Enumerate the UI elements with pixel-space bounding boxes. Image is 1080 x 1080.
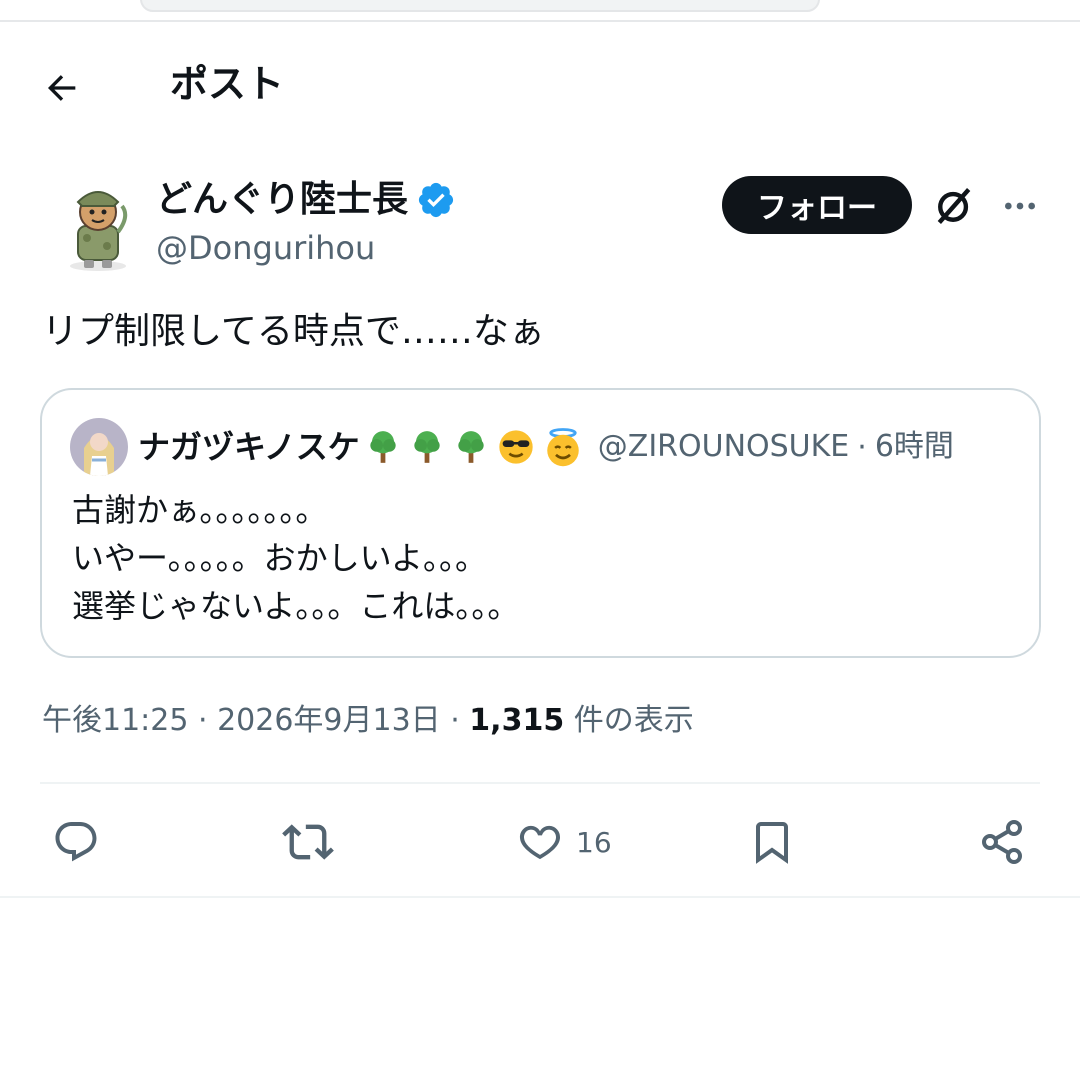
meta-separator: · bbox=[440, 703, 470, 738]
bookmark-icon bbox=[756, 822, 788, 864]
divider bbox=[40, 782, 1040, 784]
user-handle[interactable]: @Dongurihou bbox=[156, 226, 375, 270]
repost-button[interactable] bbox=[282, 816, 346, 868]
reply-icon bbox=[55, 822, 97, 862]
sunglasses-face-icon bbox=[499, 430, 533, 464]
grok-icon bbox=[937, 188, 971, 224]
arrow-left-icon bbox=[48, 75, 76, 101]
tree-icon bbox=[414, 431, 440, 463]
quoted-header: ナガヅキノスケ @ZIROUNOSUKE · 6時間 bbox=[138, 422, 954, 472]
quoted-timestamp[interactable]: 6時間 bbox=[875, 425, 954, 469]
avatar[interactable] bbox=[52, 176, 144, 272]
halo-face-icon bbox=[547, 428, 579, 467]
like-count: 16 bbox=[576, 825, 612, 859]
quoted-text-line: 選挙じゃないよ。。。これは。。。 bbox=[72, 587, 520, 625]
more-horizontal-icon bbox=[1005, 202, 1035, 210]
post-date[interactable]: 2026年9月13日 bbox=[217, 703, 441, 738]
divider bbox=[0, 896, 1080, 898]
address-bar-edge[interactable] bbox=[140, 0, 820, 12]
grok-button[interactable] bbox=[930, 182, 978, 230]
page-title: ポスト bbox=[170, 62, 285, 106]
quoted-text-line: 古謝かぁ。。。。。。。 bbox=[72, 491, 328, 529]
quoted-display-name[interactable]: ナガヅキノスケ bbox=[138, 425, 360, 469]
post-author: どんぐり陸士長 @Dongurihou フォロー bbox=[0, 170, 1080, 280]
browser-top-strip bbox=[0, 0, 1080, 22]
action-bar: 16 bbox=[0, 800, 1080, 884]
like-icon bbox=[519, 825, 561, 860]
post-header: ポスト bbox=[0, 40, 1080, 132]
repost-icon bbox=[282, 824, 334, 860]
reply-button[interactable] bbox=[52, 816, 112, 868]
share-icon bbox=[982, 820, 1022, 864]
post-metadata: 午後11:25 · 2026年9月13日 · 1,315 件の表示 bbox=[42, 698, 694, 744]
post-text: リプ制限してる時点で……なぁ bbox=[42, 311, 545, 352]
back-button[interactable] bbox=[36, 62, 88, 114]
share-button[interactable] bbox=[978, 816, 1026, 868]
quoted-handle[interactable]: @ZIROUNOSUKE bbox=[598, 425, 850, 469]
bookmark-button[interactable] bbox=[748, 816, 808, 868]
post-time[interactable]: 午後11:25 bbox=[42, 703, 188, 738]
quoted-post[interactable]: ナガヅキノスケ @ZIROUNOSUKE · 6時間 古謝かぁ。。。。。。。 い… bbox=[40, 388, 1041, 658]
quoted-text: 古謝かぁ。。。。。。。 いやー。。。。。おかしいよ。。。 選挙じゃないよ。。。こ… bbox=[72, 486, 519, 630]
quoted-avatar[interactable] bbox=[70, 418, 128, 476]
meta-separator: · bbox=[188, 703, 218, 738]
more-button[interactable] bbox=[996, 182, 1044, 230]
verified-badge-icon[interactable] bbox=[416, 180, 456, 220]
like-button[interactable]: 16 bbox=[516, 816, 612, 868]
quoted-separator: · bbox=[857, 429, 867, 465]
display-name-row: どんぐり陸士長 bbox=[156, 176, 456, 224]
follow-button[interactable]: フォロー bbox=[722, 176, 912, 234]
quoted-name-emojis bbox=[364, 426, 590, 468]
tree-icon bbox=[458, 431, 484, 463]
display-name[interactable]: どんぐり陸士長 bbox=[156, 178, 408, 222]
quoted-text-line: いやー。。。。。おかしいよ。。。 bbox=[72, 539, 488, 577]
view-count[interactable]: 1,315 bbox=[469, 703, 564, 738]
tree-icon bbox=[370, 431, 396, 463]
view-count-label: 件の表示 bbox=[564, 703, 694, 738]
